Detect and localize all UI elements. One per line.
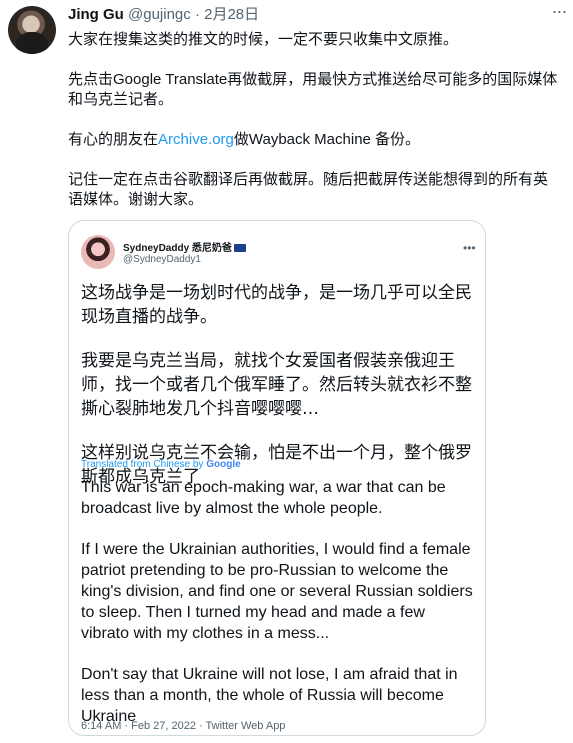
quoted-chinese-paragraph: 这场战争是一场划时代的战争，是一场几乎可以全民现场直播的战争。 xyxy=(81,283,472,327)
quoted-english-paragraph: This war is an epoch-making war, a war t… xyxy=(81,479,446,517)
quoted-author-handle[interactable]: @SydneyDaddy1 xyxy=(123,254,201,265)
tweet-header: Jing Gu @gujingc · 2月28日 xyxy=(68,5,563,25)
tweet-paragraph-archive: 有心的朋友在Archive.org做Wayback Machine 备份。 xyxy=(68,130,562,150)
more-icon[interactable]: ··· xyxy=(549,2,569,25)
quoted-chinese-text: 这场战争是一场划时代的战争，是一场几乎可以全民现场直播的战争。 我要是乌克兰当局… xyxy=(81,281,473,509)
archive-prefix: 有心的朋友在 xyxy=(68,131,159,148)
tweet-paragraph: 记住一定在点击谷歌翻译后再做截屏。随后把截屏传送能想得到的所有英语媒体。谢谢大家… xyxy=(68,171,549,208)
tweet-text: 大家在搜集这类的推文的时候，一定不要只收集中文原推。 先点击Google Tra… xyxy=(68,30,562,230)
author-handle[interactable]: @gujingc xyxy=(128,6,191,23)
author-name[interactable]: Jing Gu xyxy=(68,6,124,23)
tweet-paragraph: 大家在搜集这类的推文的时候，一定不要只收集中文原推。 xyxy=(68,31,459,48)
quoted-more-icon[interactable]: ••• xyxy=(463,241,476,255)
quoted-author-name-row[interactable]: SydneyDaddy 悉尼奶爸 xyxy=(123,239,246,254)
separator: · xyxy=(194,6,200,23)
translated-label[interactable]: Translated from Chinese by Google xyxy=(81,459,241,470)
quoted-english-paragraph: If I were the Ukrainian authorities, I w… xyxy=(81,541,473,642)
quoted-english-paragraph: Don't say that Ukraine will not lose, I … xyxy=(81,666,458,725)
archive-link[interactable]: Archive.org xyxy=(158,131,234,148)
quoted-tweet-card[interactable]: SydneyDaddy 悉尼奶爸 @SydneyDaddy1 ••• 这场战争是… xyxy=(68,220,486,736)
tweet-paragraph: 先点击Google Translate再做截屏，用最快方式推送给尽可能多的国际媒… xyxy=(68,71,558,108)
archive-suffix: 做Wayback Machine 备份。 xyxy=(233,131,421,148)
google-logo: Google xyxy=(206,459,241,470)
quoted-author-name[interactable]: SydneyDaddy 悉尼奶爸 xyxy=(123,243,232,254)
australia-flag-icon xyxy=(233,244,246,253)
translated-label-text: Translated from Chinese by xyxy=(81,459,204,470)
quoted-author-avatar[interactable] xyxy=(81,235,115,269)
quoted-english-text: This war is an epoch-making war, a war t… xyxy=(81,477,473,735)
quoted-chinese-paragraph: 我要是乌克兰当局，就找个女爱国者假装亲俄迎王师，找一个或者几个俄军睡了。然后转头… xyxy=(81,351,472,419)
author-avatar[interactable] xyxy=(8,6,56,54)
tweet-date[interactable]: 2月28日 xyxy=(204,6,259,23)
quoted-timestamp[interactable]: 6:14 AM · Feb 27, 2022 · Twitter Web App xyxy=(81,720,285,732)
